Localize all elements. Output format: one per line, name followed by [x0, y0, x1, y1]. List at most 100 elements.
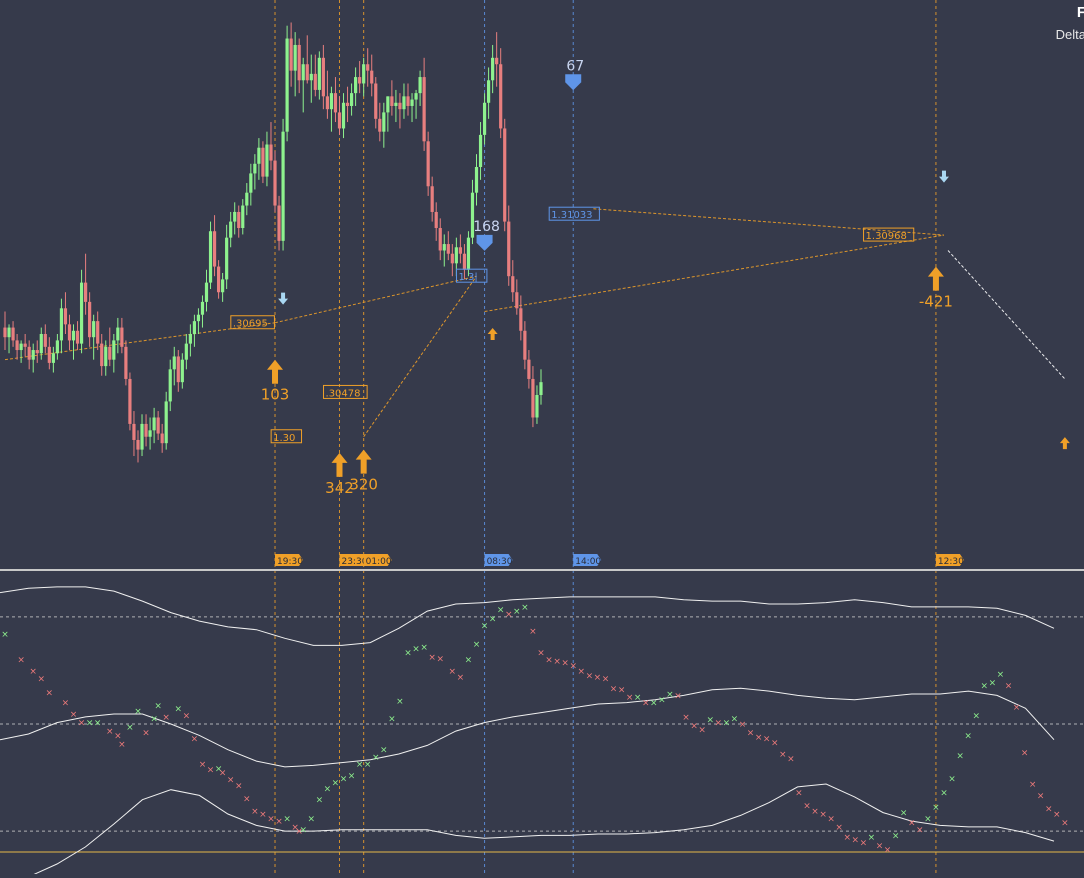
candle-body[interactable] — [192, 321, 197, 334]
candle-body[interactable] — [7, 327, 11, 338]
candle-body[interactable] — [108, 346, 112, 360]
candle-body[interactable] — [402, 96, 406, 110]
candle-body[interactable] — [96, 321, 100, 344]
candle-body[interactable] — [345, 102, 350, 106]
candle-body[interactable] — [120, 327, 124, 347]
candle-body[interactable] — [237, 211, 241, 229]
candle-body[interactable] — [503, 128, 507, 222]
candle-body[interactable] — [539, 382, 543, 396]
candle-body[interactable] — [124, 346, 128, 379]
candle-body[interactable] — [39, 333, 43, 354]
candle-body[interactable] — [442, 244, 446, 251]
candle-body[interactable] — [450, 253, 454, 264]
candle-body[interactable] — [519, 308, 523, 331]
candle-body[interactable] — [422, 77, 426, 142]
candle-body[interactable] — [478, 134, 483, 167]
candle-body[interactable] — [438, 228, 442, 251]
candle-body[interactable] — [482, 102, 487, 135]
candle-body[interactable] — [164, 401, 168, 444]
candle-body[interactable] — [349, 93, 354, 106]
candle-body[interactable] — [188, 333, 192, 344]
candle-body[interactable] — [229, 221, 233, 238]
candle-body[interactable] — [63, 308, 68, 325]
candle-body[interactable] — [527, 359, 531, 379]
candle-body[interactable] — [285, 38, 289, 132]
candle-body[interactable] — [354, 77, 358, 94]
candle-body[interactable] — [152, 417, 156, 431]
candle-body[interactable] — [406, 96, 410, 106]
candle-body[interactable] — [414, 93, 418, 100]
candle-body[interactable] — [100, 343, 104, 367]
candle-body[interactable] — [313, 73, 317, 90]
candle-body[interactable] — [281, 131, 285, 241]
candle-body[interactable] — [233, 211, 237, 222]
candle-body[interactable] — [454, 247, 458, 264]
candle-body[interactable] — [156, 417, 160, 434]
candle-body[interactable] — [136, 439, 140, 450]
candle-body[interactable] — [370, 70, 374, 84]
candle-body[interactable] — [208, 231, 213, 283]
candle-body[interactable] — [112, 340, 116, 360]
candle-body[interactable] — [116, 327, 120, 341]
chart-area[interactable]: .30695 1.30.30478 1.3| 1.31033 1.30968 103 34… — [0, 0, 1084, 878]
candle-body[interactable] — [398, 102, 402, 110]
candle-body[interactable] — [75, 330, 80, 344]
candle-body[interactable] — [249, 173, 253, 193]
candle-body[interactable] — [362, 64, 366, 84]
candle-body[interactable] — [176, 356, 180, 383]
candle-body[interactable] — [261, 147, 265, 177]
candle-body[interactable] — [79, 282, 84, 344]
candle-body[interactable] — [19, 343, 23, 351]
candle-body[interactable] — [184, 343, 188, 360]
candle-body[interactable] — [84, 282, 88, 302]
candle-body[interactable] — [305, 64, 309, 81]
candle-body[interactable] — [273, 160, 277, 206]
candle-body[interactable] — [23, 343, 27, 347]
candle-body[interactable] — [47, 346, 51, 363]
candle-body[interactable] — [410, 99, 414, 106]
candle-body[interactable] — [394, 102, 398, 106]
candle-body[interactable] — [221, 279, 225, 293]
candle-body[interactable] — [430, 186, 434, 212]
candle-body[interactable] — [491, 57, 495, 81]
candle-body[interactable] — [426, 141, 430, 187]
candle-body[interactable] — [88, 301, 92, 338]
candle-body[interactable] — [31, 350, 35, 360]
candle-body[interactable] — [15, 340, 19, 351]
candle-body[interactable] — [144, 423, 148, 437]
candle-body[interactable] — [515, 292, 519, 309]
candle-body[interactable] — [309, 73, 313, 81]
candle-body[interactable] — [337, 112, 342, 129]
candle-body[interactable] — [128, 378, 132, 424]
candle-body[interactable] — [535, 395, 539, 418]
candle-body[interactable] — [43, 333, 47, 347]
candle-body[interactable] — [253, 163, 257, 174]
candle-body[interactable] — [466, 237, 471, 270]
candle-body[interactable] — [172, 356, 176, 370]
candle-body[interactable] — [241, 205, 245, 229]
chart-svg[interactable]: .306951.30.304781.3|1.310331.30968 10334… — [0, 0, 1084, 878]
candle-body[interactable] — [293, 44, 297, 71]
candle-body[interactable] — [160, 433, 164, 444]
candle-body[interactable] — [3, 327, 7, 338]
candle-body[interactable] — [204, 282, 209, 302]
candle-body[interactable] — [269, 144, 273, 161]
candle-body[interactable] — [523, 330, 527, 360]
candle-body[interactable] — [140, 423, 144, 450]
candle-body[interactable] — [446, 244, 450, 254]
candle-body[interactable] — [265, 144, 269, 177]
candle-body[interactable] — [257, 147, 261, 164]
candle-body[interactable] — [59, 308, 64, 341]
candle-body[interactable] — [329, 93, 334, 110]
candle-body[interactable] — [27, 346, 31, 360]
candle-body[interactable] — [104, 346, 108, 367]
candle-body[interactable] — [301, 64, 305, 81]
candle-body[interactable] — [216, 266, 221, 293]
candle-body[interactable] — [245, 192, 249, 206]
candle-body[interactable] — [277, 205, 281, 241]
candle-body[interactable] — [317, 57, 321, 90]
candle-body[interactable] — [180, 359, 184, 383]
candle-body[interactable] — [51, 353, 55, 363]
candle-body[interactable] — [132, 423, 136, 440]
candle-body[interactable] — [499, 64, 503, 129]
